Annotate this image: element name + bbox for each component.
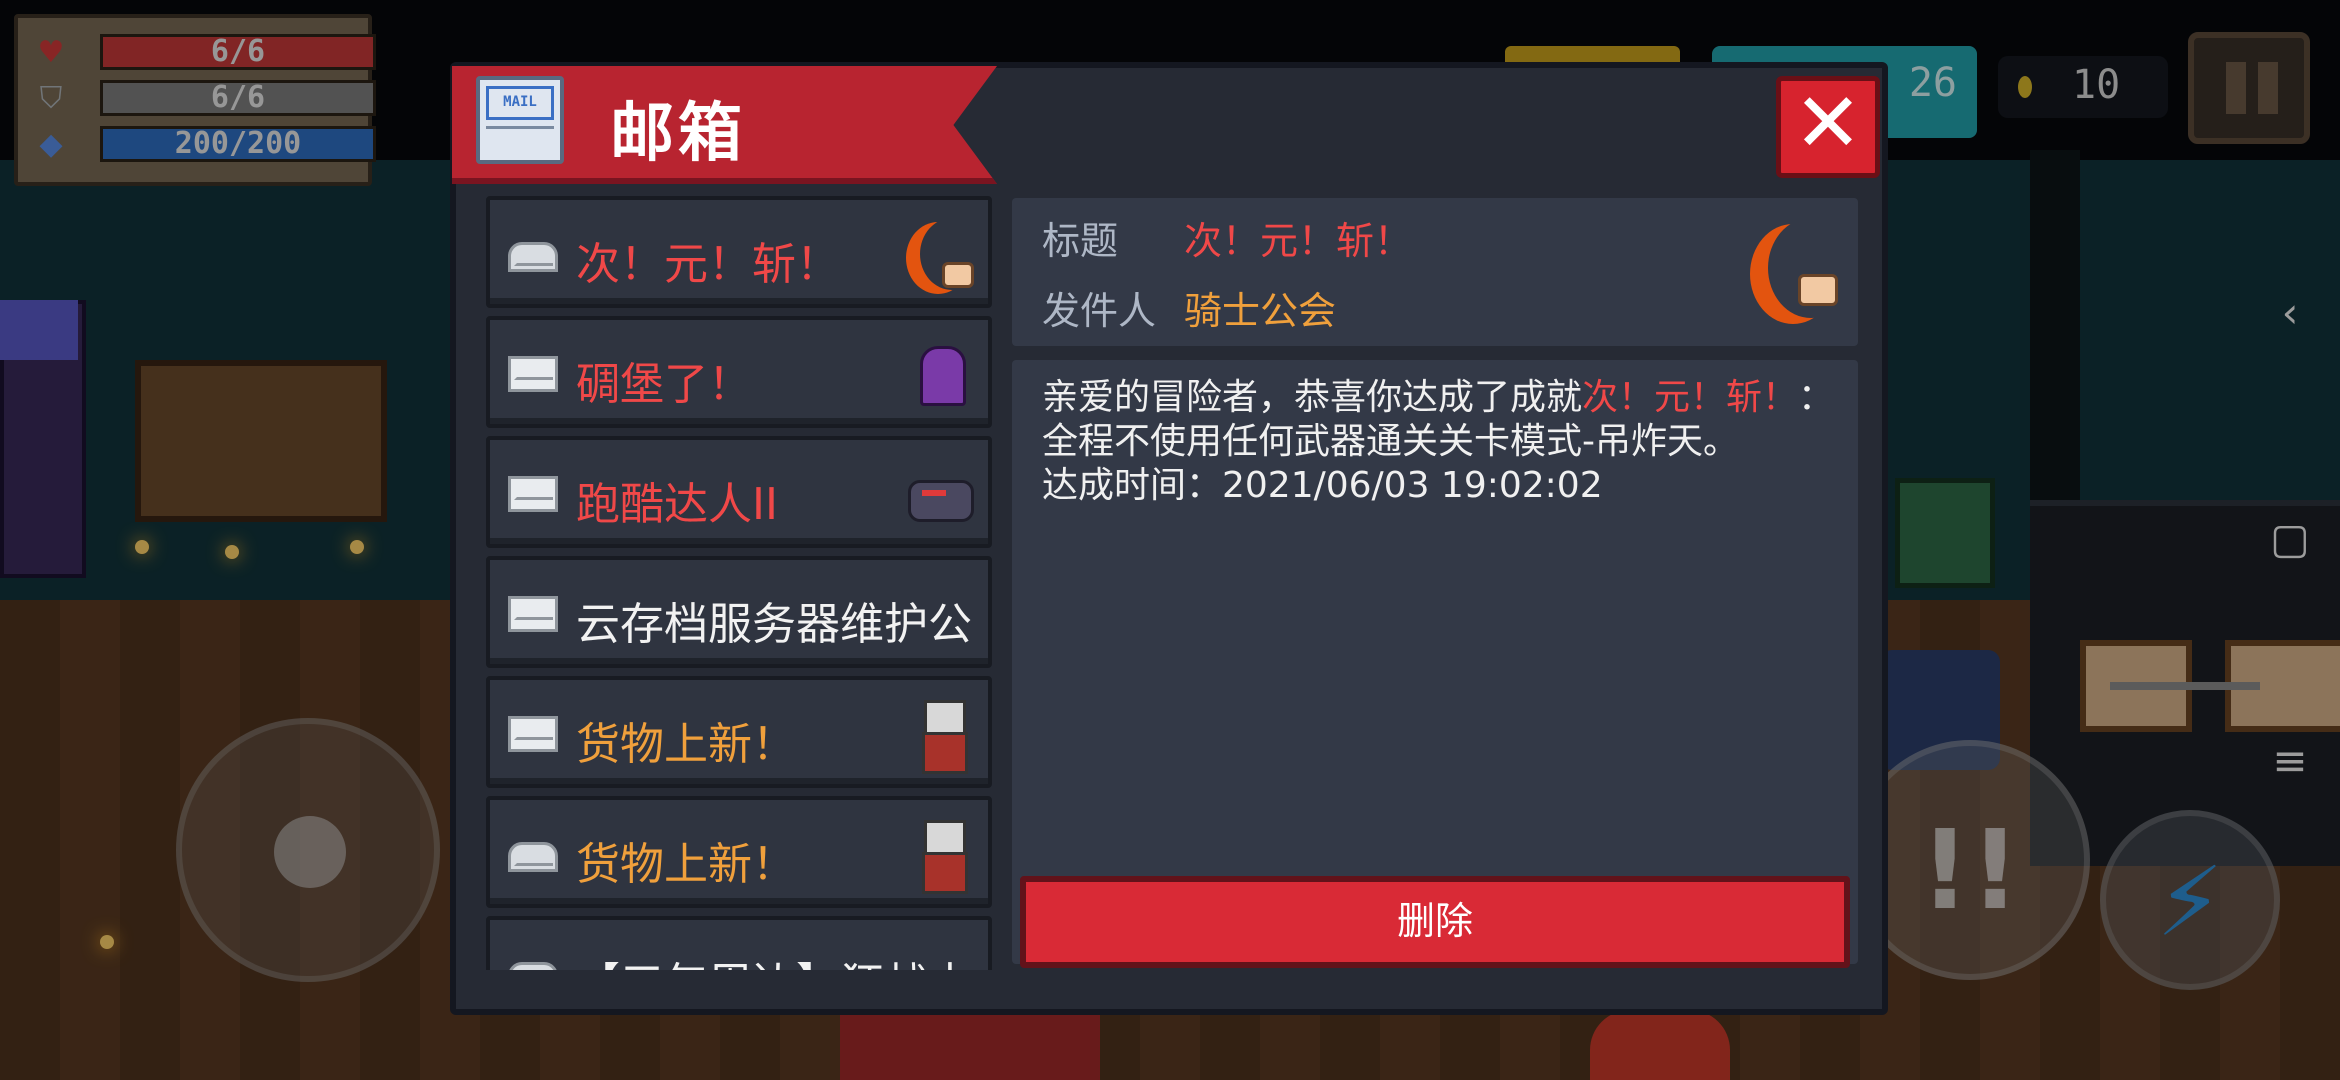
mail-subject: 跑酷达人II bbox=[576, 479, 778, 530]
envelope-icon bbox=[508, 596, 558, 632]
shadow-creature-icon bbox=[902, 458, 974, 530]
crescent-blade-icon bbox=[1728, 208, 1848, 328]
envelope-bottom bbox=[486, 126, 554, 157]
opened-envelope-icon bbox=[508, 962, 558, 970]
mail-item[interactable]: 跑酷达人II bbox=[486, 436, 992, 548]
mail-message: 亲爱的冒险者，恭喜你达成了成就次！元！斩！：全程不使用任何武器通关关卡模式-吊炸… bbox=[1042, 376, 1842, 508]
mail-list[interactable]: 次！元！斩！ 碉堡了！ 跑酷达人II 云存档服务器维护公 货物上新！ 货物上新！ bbox=[486, 196, 992, 970]
mail-item[interactable]: 云存档服务器维护公 bbox=[486, 556, 992, 668]
mail-item[interactable]: 货物上新！ bbox=[486, 676, 992, 788]
envelope-icon bbox=[508, 356, 558, 392]
mail-subject: 【三年周边】狂战士 bbox=[576, 948, 972, 970]
opened-envelope-icon bbox=[508, 842, 558, 872]
mailbox-title: 邮箱 bbox=[610, 97, 746, 171]
sender-label: 发件人 bbox=[1042, 289, 1157, 333]
creature-body bbox=[908, 480, 974, 522]
hand-shape bbox=[942, 262, 974, 288]
mail-subject: 云存档服务器维护公 bbox=[576, 599, 972, 650]
cat-merchant-icon bbox=[902, 818, 974, 894]
mail-subject: 次！元！斩！ bbox=[576, 239, 840, 290]
mail-detail-body: 亲爱的冒险者，恭喜你达成了成就次！元！斩！：全程不使用任何武器通关关卡模式-吊炸… bbox=[1012, 360, 1858, 964]
sender-value: 骑士公会 bbox=[1184, 289, 1337, 333]
mail-subject: 货物上新！ bbox=[576, 719, 796, 770]
mail-item[interactable]: 碉堡了！ bbox=[486, 316, 992, 428]
cat-body bbox=[922, 852, 968, 894]
purple-ghost-icon bbox=[902, 338, 974, 410]
achieved-time: 达成时间：2021/06/03 19:02:02 bbox=[1042, 465, 1603, 506]
envelope-icon bbox=[508, 716, 558, 752]
title-value: 次！元！斩！ bbox=[1184, 219, 1413, 263]
mail-item[interactable]: 【三年周边】狂战士 bbox=[486, 916, 992, 970]
cat-head bbox=[924, 820, 966, 856]
mail-item[interactable]: 货物上新！ bbox=[486, 796, 992, 908]
close-button[interactable]: ✕ bbox=[1776, 76, 1880, 178]
creature-eyes bbox=[922, 490, 946, 496]
opened-envelope-icon bbox=[508, 242, 558, 272]
mailbox-dialog: MAIL 邮箱 ✕ 次！元！斩！ 碉堡了！ 跑酷达人II 云存档服务器维护公 货… bbox=[450, 62, 1888, 1015]
envelope-flap: MAIL bbox=[486, 86, 554, 120]
mail-item[interactable]: 次！元！斩！ bbox=[486, 196, 992, 308]
title-label: 标题 bbox=[1042, 219, 1119, 263]
cat-merchant-icon bbox=[902, 698, 974, 774]
mail-subject: 货物上新！ bbox=[576, 839, 796, 890]
achievement-name: 次！元！斩！ bbox=[1582, 377, 1799, 418]
envelope-icon bbox=[508, 476, 558, 512]
cat-head bbox=[924, 700, 966, 736]
mail-subject: 碉堡了！ bbox=[576, 359, 752, 410]
cat-body bbox=[922, 732, 968, 774]
ghost-body bbox=[920, 346, 966, 406]
mail-envelope-icon: MAIL bbox=[476, 76, 564, 164]
hand-shape bbox=[1798, 274, 1838, 306]
mailbox-header: MAIL 邮箱 bbox=[452, 66, 997, 184]
delete-button[interactable]: 删除 bbox=[1020, 876, 1850, 968]
mail-detail-header: 标题 次！元！斩！ 发件人 骑士公会 bbox=[1012, 198, 1858, 346]
message-intro: 亲爱的冒险者，恭喜你达成了成就 bbox=[1042, 377, 1583, 418]
crescent-blade-icon bbox=[902, 218, 974, 290]
